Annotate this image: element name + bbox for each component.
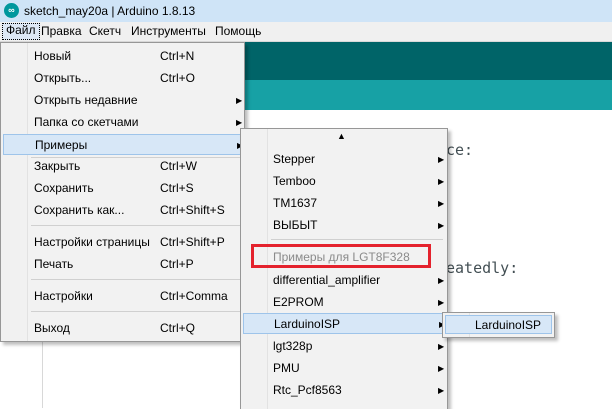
menu-item-quit[interactable]: Выход Ctrl+Q: [3, 318, 242, 339]
menu-item-example[interactable]: Temboo ▶: [243, 171, 445, 192]
submenu-arrow-icon: ▶: [438, 221, 445, 230]
title-bar: ∞ sketch_may20a | Arduino 1.8.13: [0, 0, 612, 23]
scroll-up-arrow-icon[interactable]: ▲: [337, 131, 346, 141]
submenu-arrow-icon: ▶: [438, 364, 445, 373]
menu-item-example[interactable]: PMU ▶: [243, 358, 445, 379]
menu-item-save-as[interactable]: Сохранить как... Ctrl+Shift+S: [3, 200, 242, 221]
submenu-arrow-icon: ▶: [236, 96, 243, 105]
menu-item-new[interactable]: Новый Ctrl+N: [3, 46, 242, 67]
submenu-arrow-icon: ▶: [438, 276, 445, 285]
menu-tools[interactable]: Инструменты: [128, 24, 209, 39]
submenu-arrow-icon: ▶: [438, 386, 445, 395]
menu-file[interactable]: Файл: [2, 23, 40, 40]
menu-separator: [31, 225, 240, 226]
file-menu: Новый Ctrl+N Открыть... Ctrl+O Открыть н…: [0, 42, 245, 342]
submenu-arrow-icon: ▶: [438, 155, 445, 164]
menu-separator: [271, 239, 443, 240]
examples-menu: ▲ Stepper ▶ Temboo ▶ TM1637 ▶ ВЫБЫТ ▶ Пр…: [240, 128, 448, 409]
window-title: sketch_may20a | Arduino 1.8.13: [24, 4, 196, 18]
submenu-arrow-icon: ▶: [438, 342, 445, 351]
code-line: eatedly:: [446, 259, 519, 277]
menu-item-example[interactable]: Stepper ▶: [243, 149, 445, 170]
annotation-highlight-box: [251, 244, 431, 268]
menu-item-print[interactable]: Печать Ctrl+P: [3, 254, 242, 275]
arduino-icon: ∞: [4, 3, 19, 18]
menu-item-save[interactable]: Сохранить Ctrl+S: [3, 178, 242, 199]
menu-item-larduinoisp-sketch[interactable]: LarduinoISP: [445, 315, 552, 334]
menu-item-example[interactable]: TM1637 ▶: [243, 193, 445, 214]
code-line: ce:: [446, 141, 474, 159]
menu-edit[interactable]: Правка: [38, 24, 85, 39]
menu-separator: [31, 279, 240, 280]
menu-item-sketchbook[interactable]: Папка со скетчами ▶: [3, 112, 242, 133]
menu-item-examples[interactable]: Примеры ▶: [3, 134, 243, 155]
menu-bar: Файл Правка Скетч Инструменты Помощь: [0, 22, 612, 42]
menu-sketch[interactable]: Скетч: [86, 24, 124, 39]
submenu-arrow-icon: ▶: [438, 199, 445, 208]
menu-item-larduinoisp[interactable]: LarduinoISP ▶: [243, 313, 445, 334]
menu-help[interactable]: Помощь: [212, 24, 264, 39]
menu-item-example[interactable]: differential_amplifier ▶: [243, 270, 445, 291]
larduinoisp-submenu: LarduinoISP: [442, 312, 555, 338]
menu-item-example[interactable]: Rtc_Pcf8563 ▶: [243, 380, 445, 401]
menu-item-open[interactable]: Открыть... Ctrl+O: [3, 68, 242, 89]
submenu-arrow-icon: ▶: [438, 177, 445, 186]
menu-item-example[interactable]: ВЫБЫТ ▶: [243, 215, 445, 236]
menu-item-page-setup[interactable]: Настройки страницы Ctrl+Shift+P: [3, 232, 242, 253]
menu-item-open-recent[interactable]: Открыть недавние ▶: [3, 90, 242, 111]
menu-item-preferences[interactable]: Настройки Ctrl+Comma: [3, 286, 242, 307]
menu-item-example[interactable]: lgt328p ▶: [243, 336, 445, 357]
menu-item-close[interactable]: Закрыть Ctrl+W: [3, 156, 242, 177]
menu-separator: [31, 311, 240, 312]
menu-item-example[interactable]: E2PROM ▶: [243, 292, 445, 313]
submenu-arrow-icon: ▶: [438, 298, 445, 307]
